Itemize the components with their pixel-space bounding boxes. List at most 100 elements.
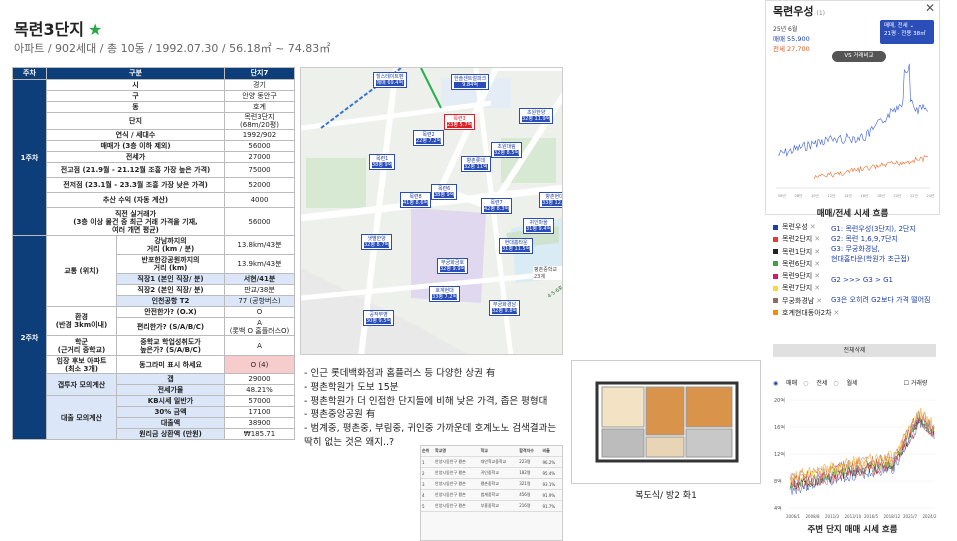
page-subtitle: 아파트 / 902세대 / 총 10동 / 1992.07.30 / 56.18… bbox=[14, 42, 331, 55]
row-value: 38900 bbox=[224, 417, 295, 430]
row-value: 57000 bbox=[224, 395, 295, 408]
row-value: 75000 bbox=[224, 162, 295, 179]
row-label: 시 bbox=[46, 79, 225, 91]
week1-label: 1주차 bbox=[12, 78, 47, 237]
svg-text:14년: 14년 bbox=[844, 193, 852, 198]
map-marker[interactable]: 목련3 23평 5.7억 bbox=[444, 114, 476, 130]
map-marker[interactable]: 목련8 41평 8.6억 bbox=[400, 192, 432, 208]
row-value: 29000 bbox=[224, 373, 295, 386]
map-marker[interactable]: 힐스테이트펜 매매 69.4억 bbox=[373, 72, 407, 88]
note-line: - 평촌학원가 더 인접한 단지들에 비해 낮은 가격, 좁은 평형대 bbox=[304, 395, 548, 407]
row-label: 단지 bbox=[46, 111, 225, 131]
map-marker[interactable]: 목련1 38평 9억 bbox=[369, 154, 396, 170]
mini-cell: 대안학교중학교 bbox=[479, 456, 519, 468]
map-marker[interactable]: 목련6 38평 9억 bbox=[431, 184, 458, 200]
close-icon[interactable]: ✕ bbox=[925, 1, 935, 15]
row-value: ₩185.71 bbox=[224, 428, 295, 441]
trade-type-radio[interactable]: ◉ 매매 ○ 전세 ○ 월세 ☐ 거래량 bbox=[773, 378, 938, 387]
mini-cell: 91.9% bbox=[541, 489, 562, 501]
map-marker[interactable]: 향촌현대433평 12.3억 bbox=[539, 192, 562, 208]
row-value: 77 (공항버스) bbox=[224, 295, 295, 308]
map-marker[interactable]: 무궁화경남 32평 9.8억 bbox=[489, 300, 521, 316]
row-value: O (4) bbox=[224, 355, 295, 375]
svg-text:2008/8: 2008/8 bbox=[806, 514, 821, 519]
chart1-caption: 매매/전세 시세 흐름 bbox=[816, 209, 889, 219]
star-icon[interactable]: ★ bbox=[88, 20, 102, 39]
map-marker[interactable]: 초원한양 32평 11.9억 bbox=[519, 108, 554, 124]
mini-cell: 4 bbox=[421, 489, 435, 501]
map-marker[interactable]: 샛별한양 32평 8.7억 bbox=[361, 234, 393, 250]
svg-text:24년: 24년 bbox=[927, 193, 935, 198]
floor-plan bbox=[571, 360, 761, 484]
map-marker[interactable]: 귀인마을 31평 9.4억 bbox=[523, 218, 555, 234]
mini-header: 학교명 bbox=[434, 446, 480, 457]
map-marker[interactable]: 무궁화금호 32평 9.9억 bbox=[437, 258, 469, 274]
row-label: 대출액 bbox=[116, 417, 225, 430]
note-line: - 인근 롯데백화점과 홈플러스 등 다양한 상권 有 bbox=[304, 368, 496, 379]
map-marker[interactable]: 목련7 42평 8.3억 bbox=[481, 198, 513, 214]
map-marker[interactable]: 한솔센트럴파크 9.84억 bbox=[451, 74, 490, 90]
col-week: 주차 bbox=[12, 67, 47, 80]
mini-cell: 216명 bbox=[518, 500, 542, 512]
row-label: 연식 / 세대수 bbox=[46, 129, 225, 142]
svg-text:2011/3: 2011/3 bbox=[825, 514, 840, 519]
row-label: 전고점 (21.9월 - 21.12월 조흥 가장 높은 가격) bbox=[46, 162, 225, 179]
map-marker[interactable]: 공작부영 30평 9.5억 bbox=[363, 310, 395, 326]
loan-group: 대출 모의계산 bbox=[46, 395, 117, 441]
row-label: 안전한가? (O.X) bbox=[116, 306, 225, 319]
row-label: 반포한강공원까지의 거리 (km) bbox=[116, 254, 225, 275]
floor-plan-drawing bbox=[595, 381, 739, 463]
row-value: 서현/41분 bbox=[224, 273, 295, 286]
map-marker[interactable]: 향촌롯데 32평 11억 bbox=[461, 156, 491, 172]
svg-text:08년: 08년 bbox=[795, 193, 803, 198]
group-note: G1: 목련우성(3단지), 2단지 G2: 목련 1,6,9,7단지 G3: 무궁… bbox=[831, 224, 943, 305]
radio-option[interactable]: ○ 월세 bbox=[833, 380, 857, 387]
row-value: 호계 bbox=[224, 101, 295, 113]
mini-cell: 안양시동안구 평촌 bbox=[434, 489, 480, 501]
svg-text:18년: 18년 bbox=[877, 193, 885, 198]
mini-cell: 범계중학교 bbox=[479, 489, 519, 501]
row-label: 중학교 학업성취도가 높은가? (S/A/B/C) bbox=[116, 335, 225, 357]
map-marker[interactable]: 목련2 22평 7.2억 bbox=[413, 130, 445, 146]
svg-text:2016/5: 2016/5 bbox=[864, 514, 879, 519]
mini-cell: 91.7% bbox=[541, 500, 562, 512]
radio-option[interactable]: ○ 전세 bbox=[803, 380, 827, 387]
svg-text:2018/12: 2018/12 bbox=[884, 514, 901, 519]
volume-checkbox[interactable]: ☐ 거래량 bbox=[904, 380, 928, 387]
type-select[interactable]: 매매, 전세 ⌄ 21평 · 전용 38㎡ bbox=[880, 20, 934, 44]
row-value: A (롯백 O 홈플러스O) bbox=[224, 317, 295, 337]
col-complex: 단지7 bbox=[224, 67, 295, 80]
note-line: - 평촌학원가 도보 15분 bbox=[304, 381, 399, 393]
row-value: 13.8km/43분 bbox=[224, 235, 295, 256]
map-view[interactable]: 4·5·6호선 힐스테이트펜 매매 69.4억 한솔센트럴파크 9.84억 목련3 23평… bbox=[300, 67, 563, 355]
row-label: 강남까지의 거리 (km / 분) bbox=[116, 235, 225, 256]
row-value: 4000 bbox=[224, 192, 295, 209]
mini-cell: 5 bbox=[421, 500, 435, 512]
note-line: G2 >>> G3 > G1 bbox=[831, 275, 893, 284]
row-label: 추산 수익 (자동 계산) bbox=[46, 192, 225, 209]
map-marker[interactable]: 호계현대 33평 7.2억 bbox=[429, 286, 461, 302]
svg-text:12년: 12년 bbox=[828, 193, 836, 198]
row-value: 1992/902 bbox=[224, 129, 295, 142]
candidate-group: 임장 후보 아파트 (최소 3개) bbox=[46, 355, 117, 375]
row-value: 목련3단지 (68m/20평) bbox=[224, 111, 295, 131]
mini-header: 학교 bbox=[479, 446, 519, 457]
map-marker[interactable]: 초원대림 32평 8.5억 bbox=[491, 142, 523, 158]
mini-cell: 안양시동안구 평촌 bbox=[434, 500, 480, 512]
svg-text:16년: 16년 bbox=[861, 193, 869, 198]
notes: - 인근 롯데백화점과 홈플러스 등 다양한 상권 有 - 평촌학원가 도보 15… bbox=[304, 367, 562, 450]
area-label: 평촌중학교 23계 bbox=[533, 266, 562, 280]
svg-text:10년: 10년 bbox=[811, 193, 819, 198]
mini-cell: 1 bbox=[421, 456, 435, 468]
row-label: 원리금 상환액 (만원) bbox=[116, 428, 225, 441]
mini-cell: 안양시동안구 평촌 bbox=[434, 467, 480, 479]
radio-option[interactable]: ◉ 매매 bbox=[773, 380, 797, 387]
row-value: 27000 bbox=[224, 151, 295, 164]
legend-item[interactable]: 호계현대동아2차 ✕ bbox=[773, 307, 938, 319]
row-value: 48.21% bbox=[224, 384, 295, 397]
map-marker[interactable]: 현대홈타운 31평 11.5억 bbox=[499, 238, 534, 254]
note-line: G2: 목련 1,6,9,7단지 bbox=[831, 235, 898, 244]
clear-all-button[interactable]: 전체삭제 bbox=[773, 344, 936, 357]
mini-cell: 평촌중학교 bbox=[479, 478, 519, 490]
svg-text:2021/7: 2021/7 bbox=[903, 514, 918, 519]
